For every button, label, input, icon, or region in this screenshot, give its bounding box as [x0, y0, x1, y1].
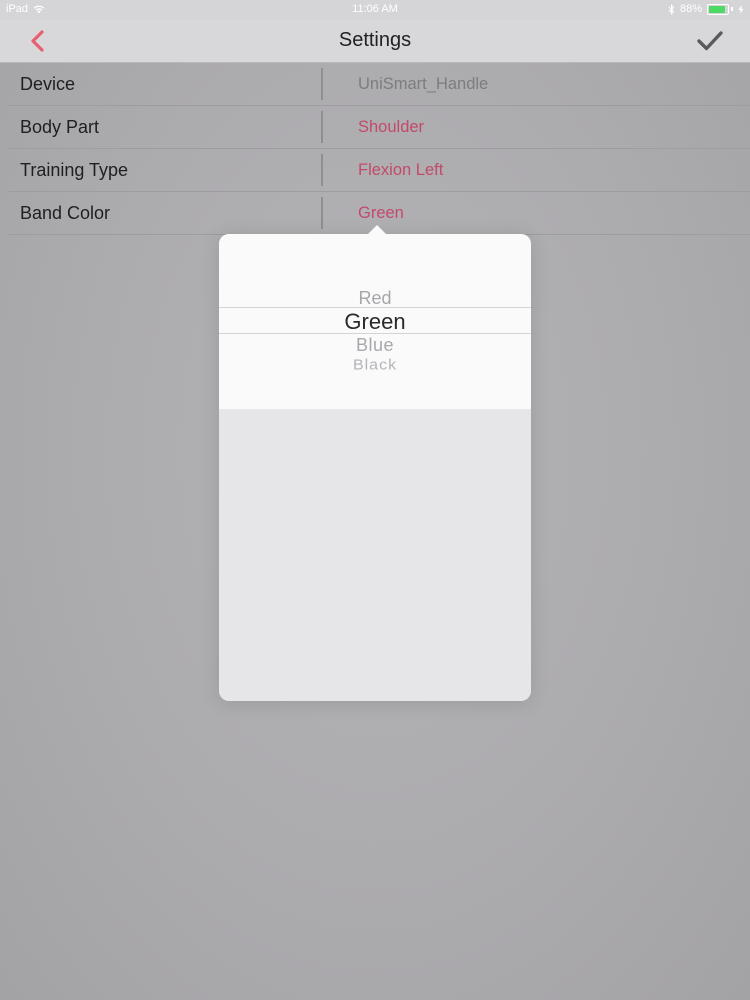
status-bar: iPad 11:06 AM 88% — [0, 0, 750, 20]
battery-icon — [707, 3, 729, 15]
picker-option-red[interactable]: Red — [219, 288, 531, 309]
navigation-bar: Settings — [0, 20, 750, 63]
charging-icon — [738, 4, 744, 14]
row-label-training-type: Training Type — [20, 160, 129, 180]
status-time: 11:06 AM — [352, 3, 398, 15]
picker-option-green[interactable]: Green — [219, 309, 531, 335]
row-divider — [321, 68, 323, 100]
row-divider — [321, 154, 323, 186]
page-title: Settings — [338, 29, 412, 51]
battery-percent: 88% — [679, 3, 702, 15]
band-color-picker[interactable]: Red Green Blue Black — [219, 234, 531, 409]
checkmark-icon — [697, 31, 723, 51]
battery-tip — [731, 7, 733, 11]
status-right-group: 88% — [668, 3, 744, 15]
row-value-training-type: Flexion Left — [358, 161, 444, 179]
band-color-popover: Red Green Blue Black — [219, 225, 531, 701]
row-divider — [321, 197, 323, 229]
row-value-band-color: Green — [358, 204, 404, 222]
battery-fill — [709, 5, 725, 13]
row-label-device: Device — [20, 74, 76, 94]
row-value-device: UniSmart_Handle — [358, 75, 489, 93]
row-label-body-part: Body Part — [20, 117, 100, 137]
bluetooth-icon — [668, 3, 675, 15]
picker-option-blue[interactable]: Blue — [219, 335, 531, 356]
picker-option-black[interactable]: Black — [219, 358, 531, 374]
done-button[interactable] — [696, 28, 724, 54]
settings-row-device[interactable]: Device UniSmart_Handle — [8, 63, 750, 106]
row-divider — [321, 111, 323, 143]
settings-row-body-part[interactable]: Body Part Shoulder — [8, 106, 750, 149]
settings-list: Device UniSmart_Handle Body Part Shoulde… — [8, 63, 750, 235]
settings-row-training-type[interactable]: Training Type Flexion Left — [8, 149, 750, 192]
row-label-band-color: Band Color — [20, 203, 111, 223]
row-value-body-part: Shoulder — [358, 118, 425, 136]
